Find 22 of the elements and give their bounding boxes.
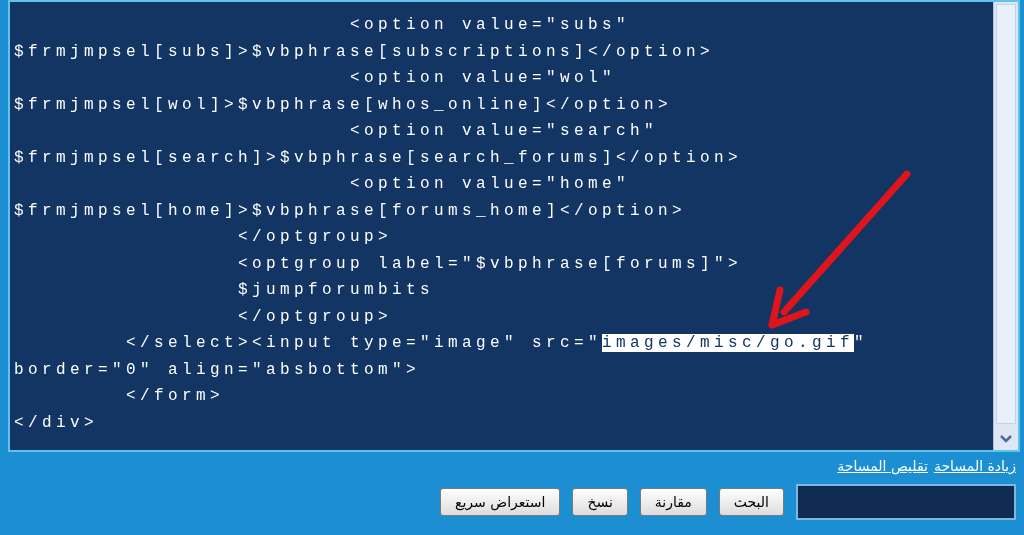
code-line: </optgroup> (237, 227, 394, 248)
code-line: <option value="subs" (349, 15, 632, 36)
code-line: <optgroup label="$vbphrase[forums]"> (237, 253, 744, 275)
resize-link[interactable]: زيادة المساحة (933, 458, 1016, 474)
resize-link[interactable]: تقليص المساحة (837, 458, 928, 474)
action-button[interactable]: البحث (718, 488, 784, 516)
code-line: $jumpforumbits (237, 280, 436, 301)
code-line: <option value="home" (349, 174, 632, 195)
code-line: $frmjmpsel[search]>$vbphrase[search_forums]</option> (14, 147, 744, 169)
code-line: </form> (125, 386, 226, 407)
code-line: $frmjmpsel[home]>$vbphrase[forums_home]</option> (14, 200, 688, 222)
code-line: <option value="wol" (349, 68, 618, 89)
action-button[interactable]: استعراض سريع (439, 488, 561, 516)
action-button[interactable]: نسخ (572, 488, 628, 516)
code-line: </optgroup> (237, 306, 394, 328)
action-button[interactable]: مقارنة (639, 488, 707, 516)
code-line: border="0" align="absbottom"> (14, 359, 422, 381)
code-line: $frmjmpsel[subs]>$vbphrase[subscriptions]</option> (14, 41, 716, 63)
code-line: </div> (14, 412, 99, 434)
code-line: <option value="search" (349, 121, 660, 142)
code-line: $frmjmpsel[wol]>$vbphrase[whos_online]</option> (14, 94, 674, 116)
code-line: </select><input type="image" src="images/misc/go.gif" (125, 333, 870, 354)
